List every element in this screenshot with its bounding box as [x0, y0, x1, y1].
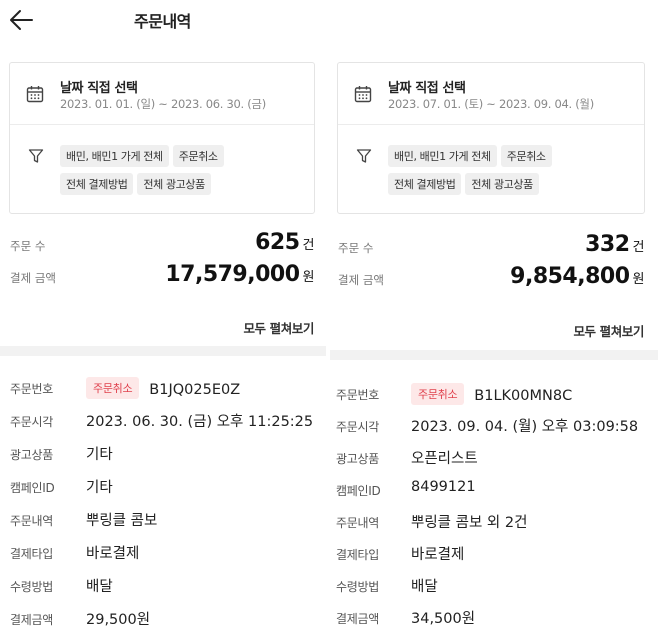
- ad-label: 광고상품: [336, 452, 379, 466]
- status-badge: 주문취소: [411, 383, 465, 405]
- chip-store[interactable]: 배민, 배민1 가게 전체: [388, 145, 497, 167]
- chip-payment-method[interactable]: 전체 결제방법: [388, 173, 462, 195]
- detail-row-campaign: 캠페인ID 기타: [0, 473, 326, 503]
- time-value: 2023. 09. 04. (월) 오후 03:09:58: [411, 419, 639, 435]
- order-no: B1LK00MN8C: [474, 388, 573, 404]
- time-label: 주문시각: [10, 415, 53, 429]
- detail-row-order-no: 주문번호 주문취소 B1JQ025E0Z: [0, 374, 326, 404]
- detail-row-ad: 광고상품 오픈리스트: [330, 444, 658, 474]
- order-no-value: 주문취소 B1LK00MN8C: [411, 383, 572, 405]
- receive-value: 배달: [411, 579, 438, 595]
- status-badge: 주문취소: [86, 377, 140, 399]
- detail-row-order-no: 주문번호 주문취소 B1LK00MN8C: [330, 380, 658, 410]
- order-count-value: 332 건: [585, 232, 644, 257]
- back-arrow-icon[interactable]: [8, 8, 34, 32]
- chip-order-status[interactable]: 주문취소: [500, 145, 552, 167]
- calendar-icon: [26, 86, 44, 103]
- payment-amount-label: 결제 금액: [10, 271, 56, 285]
- filter-card: 날짜 직접 선택 2023. 01. 01. (일) ~ 2023. 06. 3…: [9, 62, 315, 214]
- date-select-title: 날짜 직접 선택: [60, 81, 138, 96]
- section-divider: [0, 346, 326, 356]
- order-count-number: 625: [255, 230, 300, 255]
- order-panel-right: 날짜 직접 선택 2023. 07. 01. (토) ~ 2023. 09. 0…: [330, 40, 658, 641]
- ad-value: 기타: [86, 447, 113, 463]
- time-value: 2023. 06. 30. (금) 오후 11:25:25: [86, 414, 314, 430]
- campaign-label: 캠페인ID: [10, 481, 55, 495]
- detail-row-receive: 수령방법 배달: [0, 572, 326, 602]
- payment-amount-unit: 원: [632, 272, 645, 287]
- calendar-icon: [354, 86, 372, 103]
- ad-value: 오픈리스트: [411, 451, 478, 467]
- chip-ad-product[interactable]: 전체 광고상품: [465, 173, 539, 195]
- detail-row-items: 주문내역 뿌링클 콤보: [0, 506, 326, 536]
- campaign-label: 캠페인ID: [336, 484, 381, 498]
- expand-all-button[interactable]: 모두 펼쳐보기: [243, 318, 314, 337]
- date-range: 2023. 07. 01. (토) ~ 2023. 09. 04. (월): [388, 97, 594, 111]
- order-panel-left: 날짜 직접 선택 2023. 01. 01. (일) ~ 2023. 06. 3…: [0, 40, 326, 641]
- items-label: 주문내역: [336, 516, 379, 530]
- date-select-title: 날짜 직접 선택: [388, 81, 466, 96]
- campaign-value: 기타: [86, 480, 113, 496]
- order-count-label: 주문 수: [338, 241, 374, 255]
- order-count-unit: 건: [302, 238, 315, 253]
- ad-label: 광고상품: [10, 448, 53, 462]
- detail-amount-label: 결제금액: [336, 612, 379, 626]
- receive-label: 수령방법: [10, 580, 53, 594]
- chip-store[interactable]: 배민, 배민1 가게 전체: [60, 145, 169, 167]
- detail-row-items: 주문내역 뿌링클 콤보 외 2건: [330, 508, 658, 538]
- order-no-value: 주문취소 B1JQ025E0Z: [86, 377, 240, 399]
- chip-order-status[interactable]: 주문취소: [172, 145, 224, 167]
- filter-chips: 배민, 배민1 가게 전체 주문취소 전체 결제방법 전체 광고상품: [60, 145, 310, 201]
- detail-row-receive: 수령방법 배달: [330, 572, 658, 602]
- detail-row-amount: 결제금액 34,500원: [330, 604, 658, 634]
- pay-type-value: 바로결제: [86, 546, 140, 562]
- pay-type-value: 바로결제: [411, 547, 465, 563]
- pay-type-label: 결제타입: [336, 548, 379, 562]
- detail-row-pay-type: 결제타입 바로결제: [330, 540, 658, 570]
- order-no-label: 주문번호: [336, 388, 379, 402]
- items-value: 뿌링클 콤보: [86, 513, 158, 529]
- payment-amount-value: 17,579,000 원: [165, 262, 314, 287]
- time-label: 주문시각: [336, 420, 379, 434]
- date-range: 2023. 01. 01. (일) ~ 2023. 06. 30. (금): [60, 97, 266, 111]
- order-count-label: 주문 수: [10, 239, 46, 253]
- date-select-row[interactable]: 날짜 직접 선택 2023. 01. 01. (일) ~ 2023. 06. 3…: [10, 63, 314, 125]
- filter-chips: 배민, 배민1 가게 전체 주문취소 전체 결제방법 전체 광고상품: [388, 145, 638, 201]
- section-divider: [330, 350, 658, 360]
- page-title: 주문내역: [134, 12, 191, 31]
- detail-row-time: 주문시각 2023. 06. 30. (금) 오후 11:25:25: [0, 407, 326, 437]
- filter-card: 날짜 직접 선택 2023. 07. 01. (토) ~ 2023. 09. 0…: [337, 62, 645, 214]
- order-no-label: 주문번호: [10, 382, 53, 396]
- receive-label: 수령방법: [336, 580, 379, 594]
- items-value: 뿌링클 콤보 외 2건: [411, 515, 528, 531]
- payment-amount-unit: 원: [302, 270, 315, 285]
- detail-row-ad: 광고상품 기타: [0, 440, 326, 470]
- order-no: B1JQ025E0Z: [149, 382, 241, 398]
- filter-icon: [356, 149, 372, 163]
- detail-amount-value: 29,500원: [86, 612, 151, 628]
- detail-row-amount: 결제금액 29,500원: [0, 605, 326, 635]
- detail-row-pay-type: 결제타입 바로결제: [0, 539, 326, 569]
- detail-amount-label: 결제금액: [10, 613, 53, 627]
- payment-amount-value: 9,854,800 원: [510, 264, 644, 289]
- order-count-value: 625 건: [255, 230, 314, 255]
- payment-amount-label: 결제 금액: [338, 273, 384, 287]
- receive-value: 배달: [86, 579, 113, 595]
- order-count-number: 332: [585, 232, 630, 257]
- detail-amount-value: 34,500원: [411, 611, 476, 627]
- filter-icon: [28, 149, 44, 163]
- payment-amount-number: 17,579,000: [165, 262, 300, 287]
- date-select-row[interactable]: 날짜 직접 선택 2023. 07. 01. (토) ~ 2023. 09. 0…: [338, 63, 644, 125]
- items-label: 주문내역: [10, 514, 53, 528]
- chip-ad-product[interactable]: 전체 광고상품: [137, 173, 211, 195]
- pay-type-label: 결제타입: [10, 547, 53, 561]
- detail-row-time: 주문시각 2023. 09. 04. (월) 오후 03:09:58: [330, 412, 658, 442]
- payment-amount-number: 9,854,800: [510, 264, 630, 289]
- order-count-unit: 건: [632, 240, 645, 255]
- expand-all-button[interactable]: 모두 펼쳐보기: [573, 321, 644, 340]
- chip-payment-method[interactable]: 전체 결제방법: [60, 173, 134, 195]
- top-bar: 주문내역: [0, 0, 658, 44]
- detail-row-campaign: 캠페인ID 8499121: [330, 476, 658, 506]
- campaign-value: 8499121: [411, 479, 476, 495]
